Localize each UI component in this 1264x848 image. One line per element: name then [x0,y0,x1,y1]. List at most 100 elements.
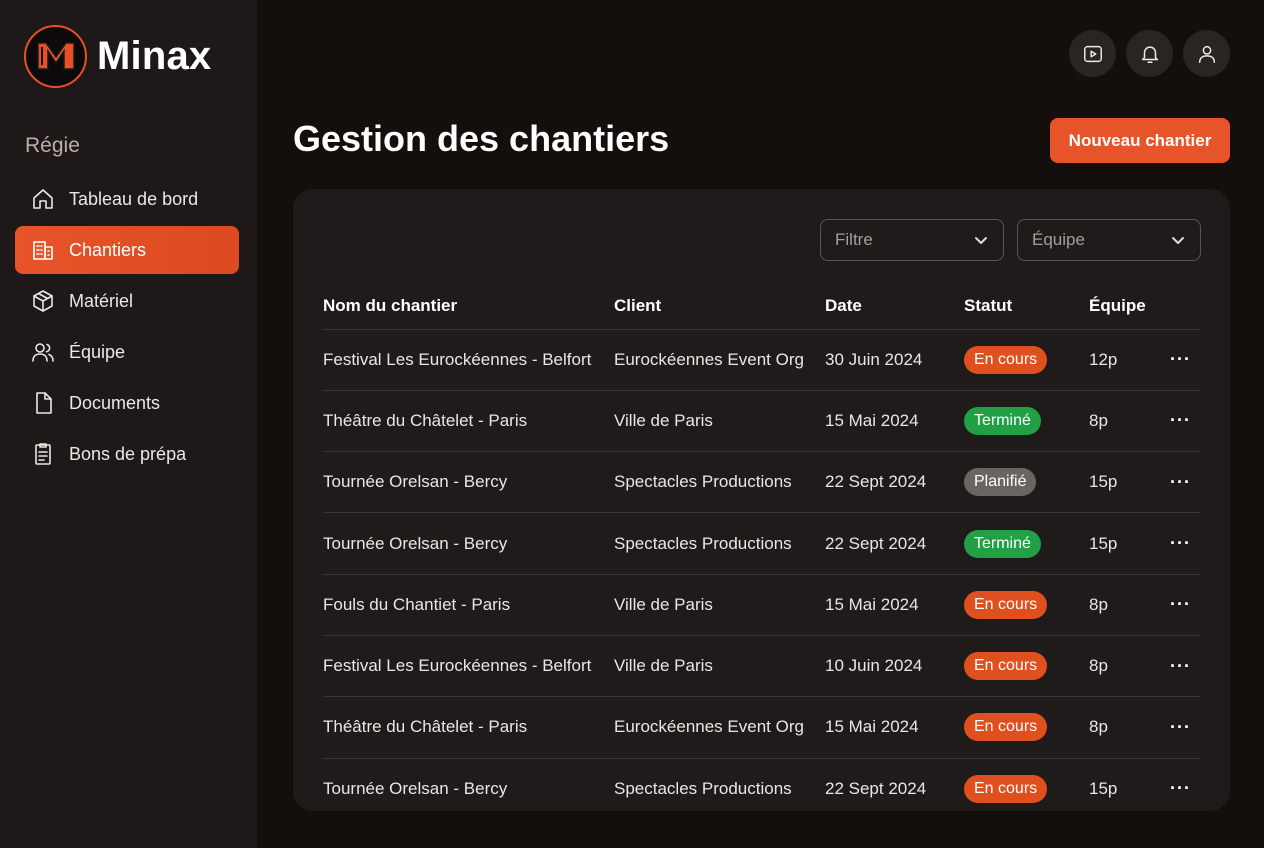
sidebar: Minax Régie Tableau de bord Chantiers Ma… [0,0,257,848]
chantiers-card: Filtre Équipe Nom du chantier Client Dat… [293,189,1230,811]
video-icon [1083,45,1102,62]
cell-name: Tournée Orelsan - Bercy [323,758,614,811]
table-row[interactable]: Tournée Orelsan - Bercy Spectacles Produc… [323,512,1200,575]
more-actions-icon[interactable]: ··· [1161,512,1200,575]
filter-select[interactable]: Filtre [820,219,1004,261]
column-header-client[interactable]: Client [614,283,825,330]
chantiers-table: Nom du chantier Client Date Statut Équip… [323,283,1200,811]
column-header-team[interactable]: Équipe [1089,283,1161,330]
sidebar-item-label: Tableau de bord [69,188,199,209]
more-actions-icon[interactable]: ··· [1161,758,1200,811]
cell-team: 15p [1089,758,1161,811]
cell-name: Festival Les Eurockéennes - Belfort [323,329,614,391]
status-badge: En cours [964,774,1048,803]
sidebar-section-title: Régie [25,134,80,157]
cell-name: Festival Les Eurockéennes - Belfort [323,635,614,698]
cell-client: Eurockéennes Event Org [614,329,825,391]
column-header-name[interactable]: Nom du chantier [323,283,614,330]
table-row[interactable]: Théâtre du Châtelet - Paris Ville de Pari… [323,390,1200,453]
status-badge: Planifié [964,468,1037,497]
cell-date: 30 Juin 2024 [825,329,964,391]
page-title: Gestion des chantiers [293,118,670,159]
video-button[interactable] [1069,30,1116,77]
cell-team: 15p [1089,451,1161,514]
clipboard-icon [30,441,56,467]
table-row[interactable]: Festival Les Eurockéennes - Belfort Euroc… [323,329,1200,391]
box-icon [30,288,56,314]
sidebar-item-materiel[interactable]: Matériel [15,277,239,325]
bell-icon [1141,45,1158,63]
sidebar-item-bons-de-prepa[interactable]: Bons de prépa [15,430,239,478]
table-header-row: Nom du chantier Client Date Statut Équip… [323,283,1200,330]
status-badge: En cours [964,713,1048,742]
sidebar-item-equipe[interactable]: Équipe [15,328,239,376]
sidebar-item-label: Équipe [69,341,126,362]
user-icon [1198,45,1215,63]
status-badge: En cours [964,345,1048,374]
cell-name: Tournée Orelsan - Bercy [323,451,614,514]
cell-status: En cours [964,758,1089,811]
cell-client: Spectacles Productions [614,512,825,575]
cell-status: Terminé [964,390,1089,453]
cell-team: 8p [1089,635,1161,698]
cell-status: En cours [964,329,1089,391]
status-badge: Terminé [964,529,1041,558]
more-actions-icon[interactable]: ··· [1161,329,1200,391]
sidebar-item-documents[interactable]: Documents [15,379,239,427]
cell-name: Théâtre du Châtelet - Paris [323,390,614,453]
cell-client: Ville de Paris [614,390,825,453]
logo-icon [24,25,87,88]
brand-name: Minax [97,34,212,78]
cell-date: 22 Sept 2024 [825,758,964,811]
cell-status: Planifié [964,451,1089,514]
sidebar-nav: Tableau de bord Chantiers Matériel Équip… [15,175,239,481]
cell-date: 15 Mai 2024 [825,390,964,453]
cell-status: Terminé [964,512,1089,575]
team-select[interactable]: Équipe [1017,219,1201,261]
team-select-value: Équipe [1032,230,1085,249]
cell-date: 15 Mai 2024 [825,574,964,636]
more-actions-icon[interactable]: ··· [1161,574,1200,636]
chevron-down-icon [1172,237,1184,244]
sidebar-item-label: Bons de prépa [69,443,187,464]
table-row[interactable]: Tournée Orelsan - Bercy Spectacles Produc… [323,451,1200,514]
sidebar-item-label: Matériel [69,290,134,311]
table-row[interactable]: Fouls du Chantiet - Paris Ville de Paris 1… [323,574,1200,636]
users-icon [30,339,56,365]
more-actions-icon[interactable]: ··· [1161,451,1200,514]
header-actions [1069,30,1240,77]
sidebar-item-label: Documents [69,392,161,413]
brand[interactable]: Minax [24,25,211,88]
cell-client: Spectacles Productions [614,451,825,514]
new-chantier-button[interactable]: Nouveau chantier [1050,118,1230,163]
column-header-actions [1161,283,1200,330]
cell-client: Eurockéennes Event Org [614,696,825,759]
more-actions-icon[interactable]: ··· [1161,635,1200,698]
notifications-button[interactable] [1126,30,1173,77]
cell-date: 22 Sept 2024 [825,451,964,514]
cell-client: Spectacles Productions [614,758,825,811]
cell-name: Fouls du Chantiet - Paris [323,574,614,636]
status-badge: En cours [964,652,1048,681]
cell-date: 15 Mai 2024 [825,696,964,759]
table-row[interactable]: Théâtre du Châtelet - Paris Eurockéennes … [323,696,1200,759]
chevron-down-icon [975,237,987,244]
sidebar-item-chantiers[interactable]: Chantiers [15,226,239,274]
profile-button[interactable] [1183,30,1230,77]
column-header-status[interactable]: Statut [964,283,1089,330]
cell-team: 8p [1089,696,1161,759]
sidebar-item-tableau-de-bord[interactable]: Tableau de bord [15,175,239,223]
column-header-date[interactable]: Date [825,283,964,330]
cell-date: 22 Sept 2024 [825,512,964,575]
cell-status: En cours [964,635,1089,698]
table-row[interactable]: Tournée Orelsan - Bercy Spectacles Produc… [323,758,1200,811]
cell-client: Ville de Paris [614,635,825,698]
cell-status: En cours [964,696,1089,759]
cell-name: Théâtre du Châtelet - Paris [323,696,614,759]
cell-date: 10 Juin 2024 [825,635,964,698]
more-actions-icon[interactable]: ··· [1161,696,1200,759]
building-icon [30,237,56,263]
cell-team: 8p [1089,390,1161,453]
table-row[interactable]: Festival Les Eurockéennes - Belfort Ville… [323,635,1200,698]
more-actions-icon[interactable]: ··· [1161,390,1200,453]
